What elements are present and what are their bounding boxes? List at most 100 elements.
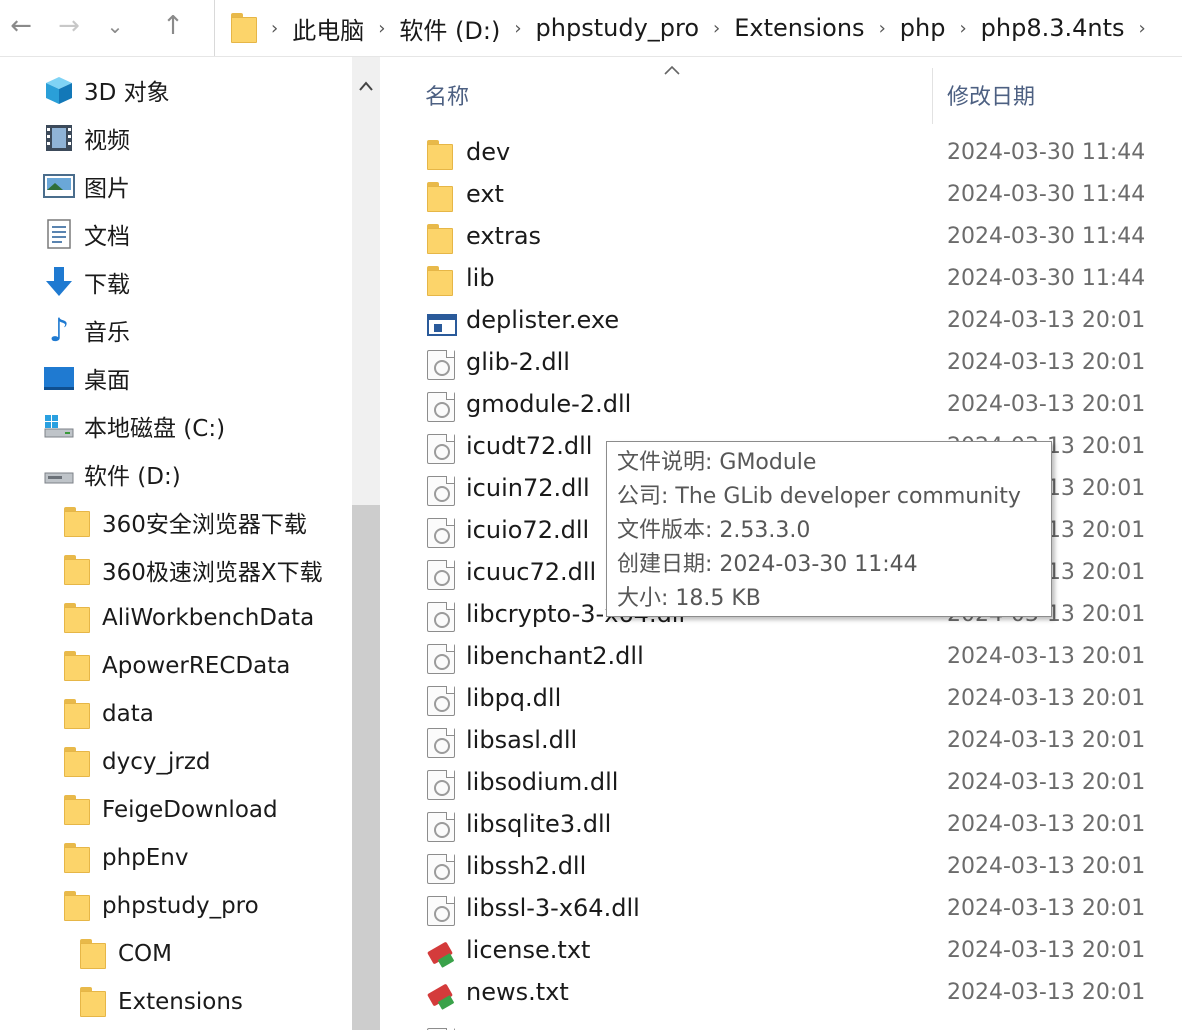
- scroll-up-icon[interactable]: [352, 72, 380, 100]
- breadcrumb-separator[interactable]: ›: [514, 18, 521, 39]
- sidebar-item-documents[interactable]: 文档: [0, 211, 352, 257]
- sidebar-item-desktop[interactable]: 桌面: [0, 355, 352, 401]
- file-row[interactable]: news.txt 2024-03-13 20:01: [381, 974, 1182, 1016]
- column-header-modified[interactable]: 修改日期: [947, 79, 1035, 111]
- file-row[interactable]: libenchant2.dll 2024-03-13 20:01: [381, 638, 1182, 680]
- sidebar-item-folder[interactable]: FeigeDownload: [0, 787, 352, 833]
- sidebar-item-folder[interactable]: 360极速浏览器X下载: [0, 547, 352, 593]
- sidebar-item-label: 桌面: [84, 368, 130, 394]
- forward-button[interactable]: →: [52, 8, 86, 44]
- file-row[interactable]: [381, 1016, 1182, 1030]
- sidebar-item-3d-objects[interactable]: 3D 对象: [0, 67, 352, 113]
- breadcrumb-item[interactable]: Extensions: [734, 14, 864, 42]
- recent-locations-button[interactable]: ⌄: [98, 8, 132, 44]
- file-date: 2024-03-13 20:01: [947, 896, 1146, 921]
- sidebar-item-folder[interactable]: phpstudy_pro: [0, 883, 352, 929]
- sidebar-item-folder[interactable]: Extensions: [0, 979, 352, 1025]
- file-date: 2024-03-13 20:01: [947, 770, 1146, 795]
- sidebar-item-folder[interactable]: phpEnv: [0, 835, 352, 881]
- file-name: libssl-3-x64.dll: [466, 894, 640, 922]
- exe-file-icon: [427, 314, 457, 336]
- breadcrumb-separator[interactable]: ›: [271, 18, 278, 39]
- file-row[interactable]: gmodule-2.dll 2024-03-13 20:01: [381, 386, 1182, 428]
- breadcrumb-separator[interactable]: ›: [959, 18, 966, 39]
- dll-file-icon: [427, 770, 455, 800]
- file-date: 2024-03-30 11:44: [947, 224, 1146, 249]
- file-name: lib: [466, 264, 495, 292]
- dll-file-icon: [427, 392, 455, 422]
- chevron-down-icon: ⌄: [106, 14, 124, 38]
- sidebar-item-label: 软件 (D:): [84, 464, 181, 490]
- breadcrumb-separator[interactable]: ›: [713, 18, 720, 39]
- file-row[interactable]: libpq.dll 2024-03-13 20:01: [381, 680, 1182, 722]
- drive-d-icon: [42, 458, 76, 490]
- sidebar-item-video[interactable]: 视频: [0, 115, 352, 161]
- file-row[interactable]: libssh2.dll 2024-03-13 20:01: [381, 848, 1182, 890]
- up-button[interactable]: ↑: [156, 8, 190, 44]
- breadcrumb-separator[interactable]: ›: [378, 18, 385, 39]
- up-arrow-icon: ↑: [162, 11, 184, 41]
- sidebar-item-folder[interactable]: dycy_jrzd: [0, 739, 352, 785]
- file-row[interactable]: libssl-3-x64.dll 2024-03-13 20:01: [381, 890, 1182, 932]
- dll-file-icon: [427, 350, 455, 380]
- file-name: extras: [466, 222, 542, 250]
- breadcrumb-item[interactable]: 此电脑: [292, 11, 364, 46]
- breadcrumb-separator[interactable]: ›: [879, 18, 886, 39]
- sidebar-item-music[interactable]: ♪ 音乐: [0, 307, 352, 353]
- breadcrumb-separator[interactable]: ›: [1139, 18, 1146, 39]
- sidebar-item-folder[interactable]: data: [0, 691, 352, 737]
- sidebar-item-label: FeigeDownload: [102, 797, 278, 823]
- folder-icon: [60, 698, 94, 730]
- file-name: icuuc72.dll: [466, 558, 597, 586]
- sidebar-item-downloads[interactable]: 下载: [0, 259, 352, 305]
- file-row[interactable]: extras 2024-03-30 11:44: [381, 218, 1182, 260]
- download-icon: [42, 266, 76, 298]
- file-row[interactable]: ext 2024-03-30 11:44: [381, 176, 1182, 218]
- sidebar-item-drive-c[interactable]: 本地磁盘 (C:): [0, 403, 352, 449]
- sidebar-item-label: phpstudy_pro: [102, 893, 259, 919]
- text-file-icon: [427, 938, 455, 968]
- sidebar-item-label: 图片: [84, 176, 130, 202]
- column-header-name[interactable]: 名称: [425, 79, 469, 111]
- back-button[interactable]: ←: [4, 8, 38, 44]
- file-row[interactable]: lib 2024-03-30 11:44: [381, 260, 1182, 302]
- file-row[interactable]: deplister.exe 2024-03-13 20:01: [381, 302, 1182, 344]
- sidebar-item-folder[interactable]: ApowerRECData: [0, 643, 352, 689]
- sidebar-item-folder[interactable]: 360安全浏览器下载: [0, 499, 352, 545]
- folder-icon: [427, 224, 455, 254]
- folder-icon: [76, 938, 110, 970]
- column-divider[interactable]: [932, 68, 933, 124]
- file-name: dev: [466, 138, 511, 166]
- file-date: 2024-03-30 11:44: [947, 266, 1146, 291]
- sidebar-item-label: dycy_jrzd: [102, 749, 211, 775]
- sidebar-item-pictures[interactable]: 图片: [0, 163, 352, 209]
- file-date: 2024-03-13 20:01: [947, 392, 1146, 417]
- file-row[interactable]: license.txt 2024-03-13 20:01: [381, 932, 1182, 974]
- file-row[interactable]: glib-2.dll 2024-03-13 20:01: [381, 344, 1182, 386]
- dll-file-icon: [427, 728, 455, 758]
- file-name: libsodium.dll: [466, 768, 619, 796]
- address-bar[interactable]: › 此电脑 › 软件 (D:) › phpstudy_pro › Extensi…: [214, 0, 1182, 56]
- sidebar-item-label: 音乐: [84, 320, 130, 346]
- sidebar-item-folder[interactable]: COM: [0, 931, 352, 977]
- file-date: 2024-03-13 20:01: [947, 350, 1146, 375]
- file-row[interactable]: libsasl.dll 2024-03-13 20:01: [381, 722, 1182, 764]
- tooltip-version: 文件版本: 2.53.3.0: [617, 518, 811, 543]
- breadcrumb-item[interactable]: php: [900, 14, 946, 42]
- file-row[interactable]: libsodium.dll 2024-03-13 20:01: [381, 764, 1182, 806]
- dll-file-icon: [427, 476, 455, 506]
- dll-file-icon: [427, 812, 455, 842]
- file-row[interactable]: libsqlite3.dll 2024-03-13 20:01: [381, 806, 1182, 848]
- sidebar-item-folder[interactable]: AliWorkbenchData: [0, 595, 352, 641]
- sidebar-item-label: COM: [118, 941, 173, 967]
- sidebar-item-drive-d[interactable]: 软件 (D:): [0, 451, 352, 497]
- folder-icon: [76, 986, 110, 1018]
- tooltip-description: 文件说明: GModule: [617, 450, 817, 475]
- folder-icon: [60, 554, 94, 586]
- file-row[interactable]: dev 2024-03-30 11:44: [381, 134, 1182, 176]
- breadcrumb-item[interactable]: php8.3.4nts: [981, 14, 1125, 42]
- breadcrumb-item[interactable]: 软件 (D:): [399, 11, 500, 46]
- breadcrumb-item[interactable]: phpstudy_pro: [536, 14, 700, 42]
- nav-scrollbar-thumb[interactable]: [352, 505, 380, 1030]
- navigation-pane: 3D 对象 视频 图片 文档 下载 ♪ 音乐 桌面 本地磁盘 (C:) 软件 (…: [0, 57, 352, 1030]
